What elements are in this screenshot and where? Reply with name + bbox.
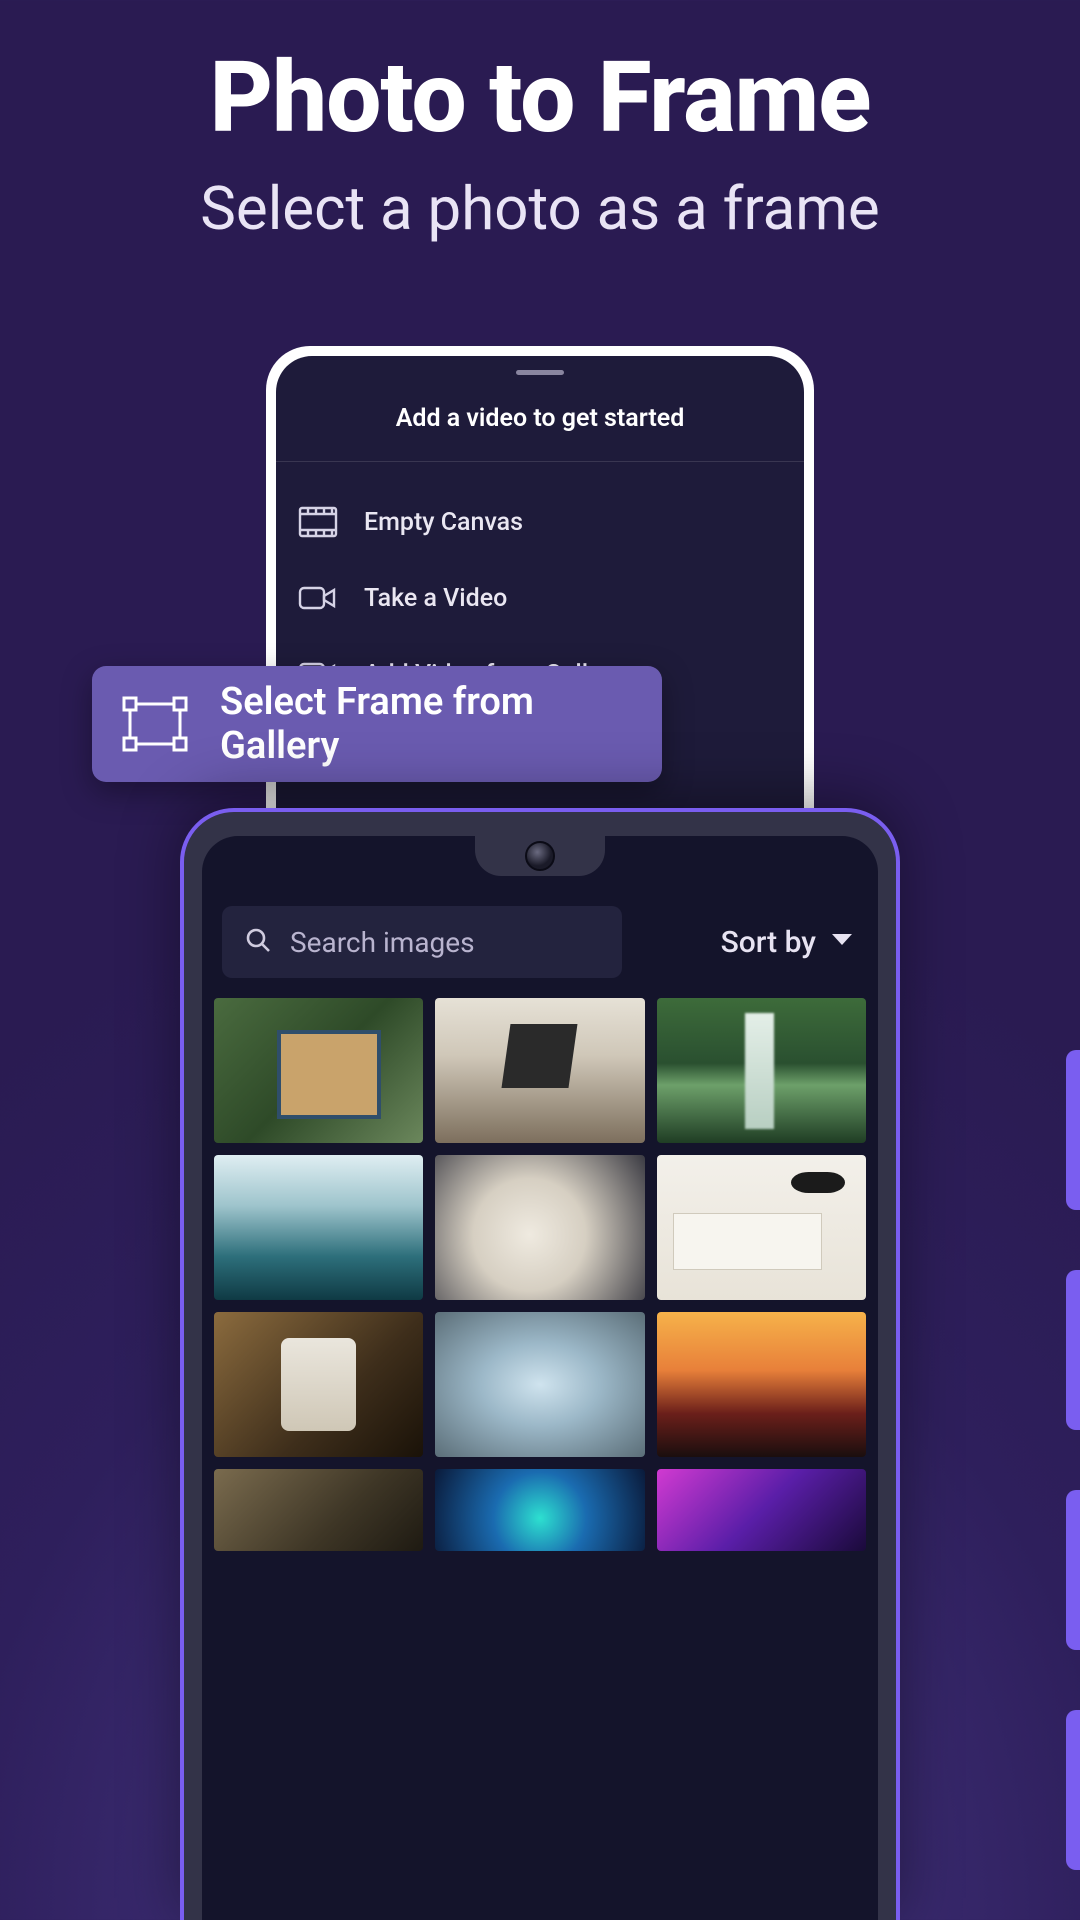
page-subtitle: Select a photo as a frame [0, 173, 1080, 244]
select-frame-callout[interactable]: Select Frame from Gallery [92, 666, 662, 782]
side-tab[interactable] [1066, 1050, 1080, 1210]
side-tab[interactable] [1066, 1490, 1080, 1650]
menu-item-take-video[interactable]: Take a Video [292, 560, 788, 636]
search-input[interactable]: Search images [222, 906, 622, 978]
gallery-thumbnail[interactable] [657, 1312, 866, 1457]
gallery-thumbnail[interactable] [214, 1469, 423, 1551]
gallery-thumbnail[interactable] [214, 1155, 423, 1300]
side-tabs [1066, 1050, 1080, 1920]
image-grid [202, 978, 878, 1551]
menu-item-empty-canvas[interactable]: Empty Canvas [292, 484, 788, 560]
chevron-down-icon [830, 932, 854, 952]
speaker-notch [516, 370, 564, 375]
menu-item-label: Take a Video [364, 584, 507, 613]
side-tab[interactable] [1066, 1710, 1080, 1870]
gallery-thumbnail[interactable] [435, 1312, 644, 1457]
page-title: Photo to Frame [0, 40, 1080, 155]
film-strip-icon [296, 504, 340, 540]
gallery-thumbnail[interactable] [214, 998, 423, 1143]
gallery-thumbnail[interactable] [435, 1469, 644, 1551]
side-tab[interactable] [1066, 1270, 1080, 1430]
gallery-thumbnail[interactable] [657, 998, 866, 1143]
phone-mockup-lower: Search images Sort by [180, 808, 900, 1920]
gallery-thumbnail[interactable] [657, 1155, 866, 1300]
sort-label: Sort by [721, 925, 816, 960]
gallery-thumbnail[interactable] [435, 998, 644, 1143]
camera-notch [475, 836, 605, 876]
gallery-thumbnail[interactable] [435, 1155, 644, 1300]
frame-icon [120, 695, 190, 753]
gallery-thumbnail[interactable] [657, 1469, 866, 1551]
search-icon [244, 926, 272, 958]
sort-by-dropdown[interactable]: Sort by [642, 925, 858, 960]
search-placeholder: Search images [290, 926, 475, 959]
gallery-thumbnail[interactable] [214, 1312, 423, 1457]
callout-label: Select Frame from Gallery [220, 680, 634, 768]
menu-item-label: Empty Canvas [364, 508, 523, 537]
video-camera-icon [296, 580, 340, 616]
